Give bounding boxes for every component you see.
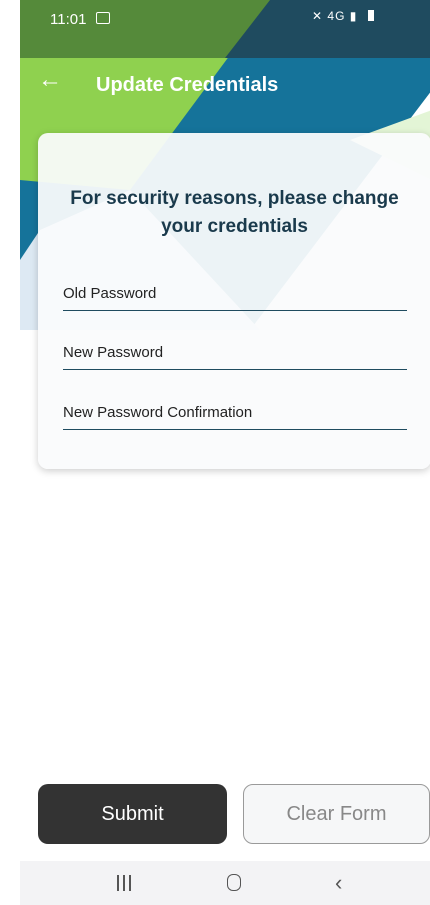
app-bar: ← Update Credentials [20,58,430,114]
app-screen: 11:01 ✕ 4G ▮ ← Update Credentials For se… [20,0,430,905]
new-password-field[interactable]: New Password [63,329,411,370]
image-icon [96,12,110,24]
credentials-card: For security reasons, please change your… [38,133,430,469]
page-title: Update Credentials [96,74,279,96]
new-password-input[interactable] [63,346,411,365]
network-label: 4G [327,9,346,23]
back-icon[interactable]: ‹ [335,872,365,895]
old-password-field[interactable]: Old Password [63,270,411,311]
status-icons: ✕ 4G ▮ [312,9,374,23]
new-password-confirmation-input[interactable] [63,406,411,425]
battery-icon [367,10,374,21]
submit-button[interactable]: Submit [38,784,227,844]
signal-icon: ▮ [349,9,358,23]
system-nav-bar: ‹ [20,861,430,905]
mute-icon: ✕ [312,9,324,23]
clear-form-button[interactable]: Clear Form [243,784,430,844]
new-password-confirmation-field[interactable]: New Password Confirmation [63,389,411,430]
screen-edge [0,0,20,905]
card-heading: For security reasons, please change your… [70,188,399,237]
status-bar: 11:01 ✕ 4G ▮ [20,0,430,38]
recent-apps-icon[interactable] [111,873,141,895]
home-icon[interactable] [222,873,252,895]
arrow-left-icon[interactable]: ← [38,68,62,92]
old-password-input[interactable] [63,287,411,306]
status-time: 11:01 [50,11,87,28]
